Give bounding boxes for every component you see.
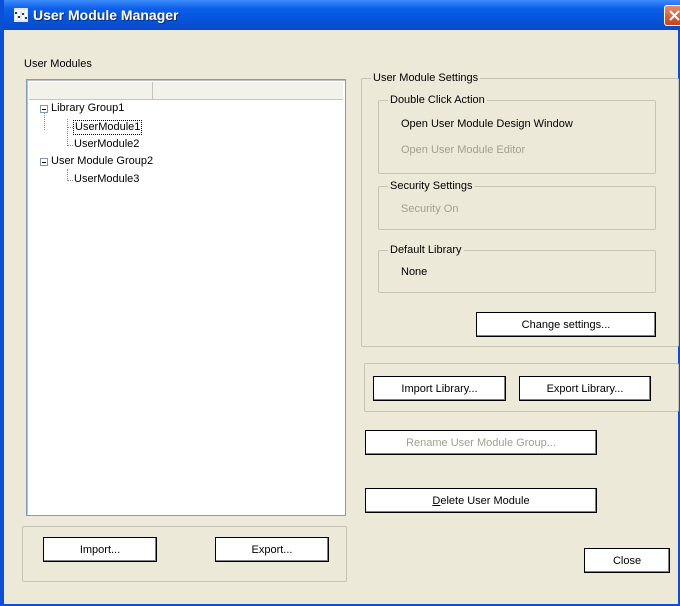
- default-library-title: Default Library: [388, 244, 464, 256]
- tree-line: [67, 119, 68, 146]
- window-title: User Module Manager: [33, 7, 179, 23]
- window-close-button[interactable]: [664, 5, 680, 26]
- rename-user-module-group-button[interactable]: Rename User Module Group...: [365, 430, 597, 455]
- delete-user-module-button[interactable]: Delete User Module: [365, 488, 597, 513]
- tree-column-header-2[interactable]: [153, 82, 343, 99]
- change-settings-button[interactable]: Change settings...: [476, 312, 656, 337]
- tree-item-usermodule1[interactable]: UserModule1: [73, 120, 143, 135]
- double-click-option-active: Open User Module Design Window: [401, 118, 573, 130]
- security-settings-title: Security Settings: [388, 180, 475, 192]
- tree-column-header-1[interactable]: [29, 82, 153, 99]
- default-library-value: None: [401, 266, 428, 278]
- import-library-button[interactable]: Import Library...: [373, 376, 506, 401]
- tree-item-usermodule2[interactable]: UserModule2: [73, 138, 140, 151]
- user-modules-tree[interactable]: Library Group1 UserModule1 UserModule2 U…: [26, 79, 346, 516]
- user-modules-label: User Modules: [24, 58, 92, 70]
- export-library-button[interactable]: Export Library...: [519, 376, 651, 401]
- user-module-settings-title: User Module Settings: [371, 72, 481, 84]
- tree-group-user-module-group2[interactable]: User Module Group2: [50, 155, 154, 168]
- app-icon: [14, 8, 28, 22]
- double-click-action-title: Double Click Action: [388, 94, 487, 106]
- import-button[interactable]: Import...: [43, 537, 157, 562]
- export-button[interactable]: Export...: [215, 537, 329, 562]
- tree-collapse-icon[interactable]: [40, 105, 48, 113]
- security-status: Security On: [401, 203, 459, 215]
- delete-mnemonic: D: [432, 494, 441, 507]
- tree-collapse-icon[interactable]: [40, 158, 48, 166]
- close-icon: [669, 10, 680, 21]
- tree-group-library-group1[interactable]: Library Group1: [50, 102, 125, 115]
- double-click-option-inactive: Open User Module Editor: [401, 144, 526, 156]
- close-button[interactable]: Close: [584, 548, 670, 573]
- tree-item-usermodule3[interactable]: UserModule3: [73, 173, 140, 186]
- title-bar[interactable]: User Module Manager: [4, 0, 680, 30]
- tree-header: [29, 82, 343, 100]
- user-module-manager-window: User Module Manager User Modules Library…: [0, 0, 680, 606]
- tree-line: [44, 113, 45, 130]
- double-click-action-group: Double Click Action: [378, 94, 656, 174]
